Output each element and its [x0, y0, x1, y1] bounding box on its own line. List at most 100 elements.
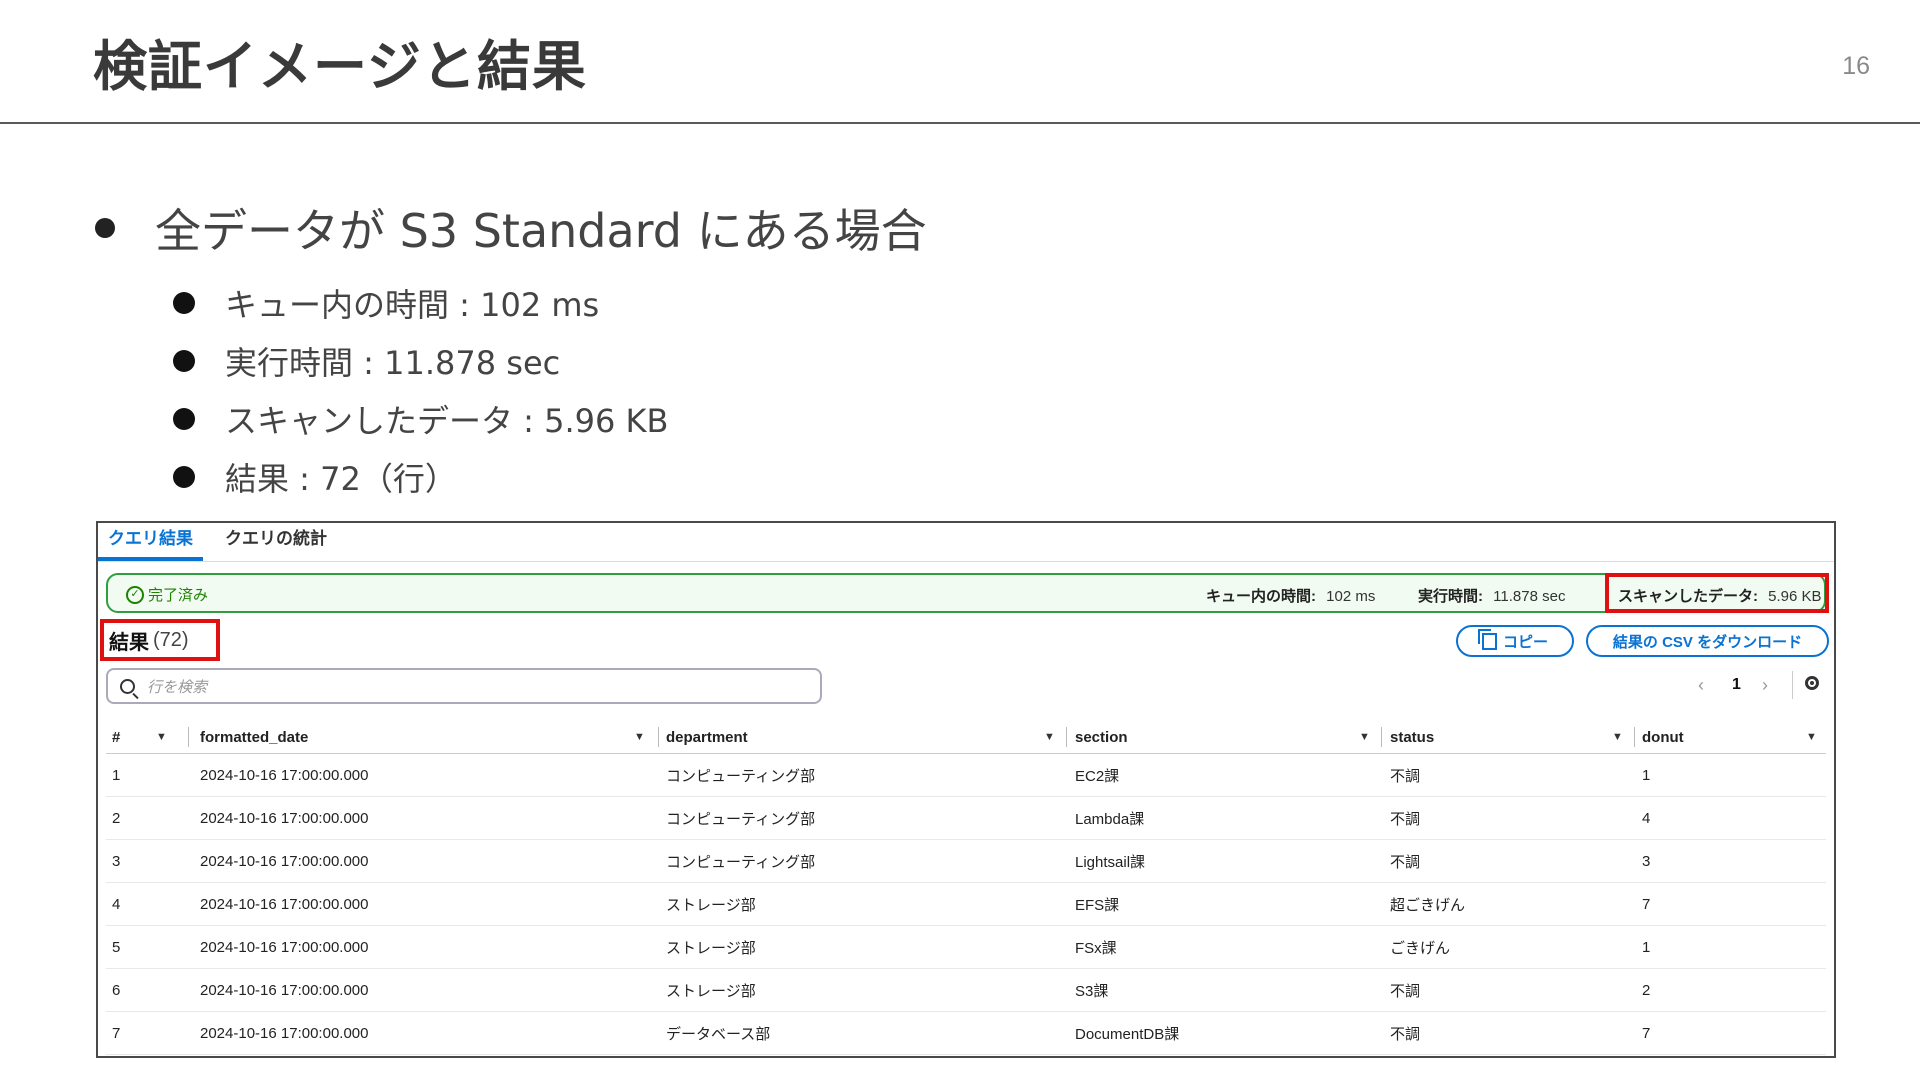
cell-section: S3課: [1075, 968, 1390, 1012]
cell-formatted-date: 2024-10-16 17:00:00.000: [200, 796, 666, 840]
col-header-label: donut: [1642, 728, 1684, 746]
cell-index: 7: [106, 1011, 200, 1055]
pager-prev-button[interactable]: ‹: [1698, 675, 1704, 696]
cell-status: 不調: [1390, 839, 1642, 883]
exec-time-stat: 実行時間: 11.878 sec: [1418, 585, 1565, 606]
scanned-data-stat: スキャンしたデータ: 5.96 KB: [1618, 585, 1822, 606]
cell-donut: 3: [1642, 839, 1826, 883]
title-divider: [0, 122, 1920, 124]
cell-formatted-date: 2024-10-16 17:00:00.000: [200, 839, 666, 883]
cell-donut: 4: [1642, 796, 1826, 840]
cell-index: 1: [106, 753, 200, 797]
cell-formatted-date: 2024-10-16 17:00:00.000: [200, 1011, 666, 1055]
main-bullet-text: 全データが S3 Standard にある場合: [155, 204, 927, 258]
table-row: 6 2024-10-16 17:00:00.000 ストレージ部 S3課 不調 …: [106, 968, 1826, 1012]
cell-status: 不調: [1390, 753, 1642, 797]
search-placeholder: 行を検索: [147, 678, 208, 696]
sub-bullet-text: キュー内の時間 : 102 ms: [225, 286, 600, 324]
queue-time-value: 102 ms: [1326, 588, 1376, 605]
table-row: 7 2024-10-16 17:00:00.000 データベース部 Docume…: [106, 1011, 1826, 1055]
bullet-dot-icon: [173, 292, 195, 314]
col-header-label: section: [1075, 728, 1128, 746]
table-header-row: # ▼ formatted_date ▼ department ▼ sectio…: [106, 721, 1826, 754]
sub-bullet-list: キュー内の時間 : 102 ms 実行時間 : 11.878 sec スキャンし…: [173, 274, 927, 506]
cell-index: 5: [106, 925, 200, 969]
cell-section: FSx課: [1075, 925, 1390, 969]
table-row: 4 2024-10-16 17:00:00.000 ストレージ部 EFS課 超ご…: [106, 882, 1826, 926]
pager-next-button[interactable]: ›: [1762, 675, 1768, 696]
col-header-index[interactable]: # ▼: [106, 721, 200, 754]
cell-department: コンピューティング部: [666, 753, 1075, 797]
cell-formatted-date: 2024-10-16 17:00:00.000: [200, 753, 666, 797]
sort-down-icon[interactable]: ▼: [1044, 731, 1055, 743]
bullet-dot-icon: [173, 466, 195, 488]
sub-bullet-text: スキャンしたデータ : 5.96 KB: [225, 402, 669, 440]
tab-query-stats[interactable]: クエリの統計: [215, 527, 337, 561]
cell-section: Lightsail課: [1075, 839, 1390, 883]
results-label: 結果: [109, 631, 149, 654]
gear-icon[interactable]: [1805, 676, 1819, 690]
sort-down-icon[interactable]: ▼: [156, 731, 167, 743]
sort-down-icon[interactable]: ▼: [1806, 731, 1817, 743]
queue-time-label: キュー内の時間:: [1206, 588, 1316, 605]
exec-time-value: 11.878 sec: [1493, 588, 1566, 605]
column-divider: [1634, 727, 1635, 747]
bullet-dot-icon: [95, 218, 115, 238]
table-row: 2 2024-10-16 17:00:00.000 コンピューティング部 Lam…: [106, 796, 1826, 840]
cell-status: 不調: [1390, 796, 1642, 840]
col-header-department[interactable]: department ▼: [666, 721, 1075, 754]
cell-status: ごきげん: [1390, 925, 1642, 969]
exec-time-label: 実行時間:: [1418, 588, 1483, 605]
cell-donut: 2: [1642, 968, 1826, 1012]
cell-index: 2: [106, 796, 200, 840]
sub-bullet: スキャンしたデータ : 5.96 KB: [173, 390, 927, 448]
scanned-data-value: 5.96 KB: [1768, 588, 1822, 605]
cell-department: コンピューティング部: [666, 796, 1075, 840]
sub-bullet-text: 結果 : 72（行）: [225, 460, 457, 498]
col-header-label: #: [112, 728, 121, 746]
sub-bullet: キュー内の時間 : 102 ms: [173, 274, 927, 332]
search-input[interactable]: 行を検索: [106, 668, 822, 704]
page-number: 16: [1842, 52, 1870, 80]
col-header-section[interactable]: section ▼: [1075, 721, 1390, 754]
pager-divider: [1792, 671, 1793, 699]
cell-formatted-date: 2024-10-16 17:00:00.000: [200, 925, 666, 969]
bullet-dot-icon: [173, 350, 195, 372]
copy-icon: [1477, 628, 1497, 650]
cell-index: 4: [106, 882, 200, 926]
cell-department: コンピューティング部: [666, 839, 1075, 883]
col-header-status[interactable]: status ▼: [1390, 721, 1642, 754]
cell-section: Lambda課: [1075, 796, 1390, 840]
bullet-list: 全データが S3 Standard にある場合 キュー内の時間 : 102 ms…: [95, 196, 927, 506]
col-header-formatted-date[interactable]: formatted_date ▼: [200, 721, 666, 754]
copy-button[interactable]: コピー: [1456, 625, 1574, 657]
status-completed: ✓ 完了済み: [126, 584, 208, 605]
cell-section: EFS課: [1075, 882, 1390, 926]
scanned-data-label: スキャンしたデータ:: [1618, 588, 1758, 605]
slide-title: 検証イメージと結果: [93, 35, 587, 98]
cell-department: データベース部: [666, 1011, 1075, 1055]
cell-donut: 1: [1642, 753, 1826, 797]
tab-query-results[interactable]: クエリ結果: [98, 527, 203, 561]
copy-button-label: コピー: [1502, 633, 1548, 651]
table-row: 5 2024-10-16 17:00:00.000 ストレージ部 FSx課 ごき…: [106, 925, 1826, 969]
sort-down-icon[interactable]: ▼: [634, 731, 645, 743]
download-csv-button[interactable]: 結果の CSV をダウンロード: [1586, 625, 1829, 657]
results-heading: 結果 (72): [100, 619, 220, 661]
pager-page-number[interactable]: 1: [1732, 676, 1741, 694]
cell-department: ストレージ部: [666, 968, 1075, 1012]
col-header-donut[interactable]: donut ▼: [1642, 721, 1826, 754]
check-circle-icon: ✓: [126, 585, 144, 604]
col-header-label: formatted_date: [200, 728, 309, 746]
sub-bullet: 実行時間 : 11.878 sec: [173, 332, 927, 390]
sort-down-icon[interactable]: ▼: [1359, 731, 1370, 743]
cell-section: DocumentDB課: [1075, 1011, 1390, 1055]
sub-bullet: 結果 : 72（行）: [173, 448, 927, 506]
sort-down-icon[interactable]: ▼: [1612, 731, 1623, 743]
cell-formatted-date: 2024-10-16 17:00:00.000: [200, 882, 666, 926]
cell-formatted-date: 2024-10-16 17:00:00.000: [200, 968, 666, 1012]
cell-status: 超ごきげん: [1390, 882, 1642, 926]
status-bar: ✓ 完了済み キュー内の時間: 102 ms 実行時間: 11.878 sec …: [106, 573, 1829, 613]
tabs-divider: [98, 561, 1834, 562]
column-divider: [658, 727, 659, 747]
